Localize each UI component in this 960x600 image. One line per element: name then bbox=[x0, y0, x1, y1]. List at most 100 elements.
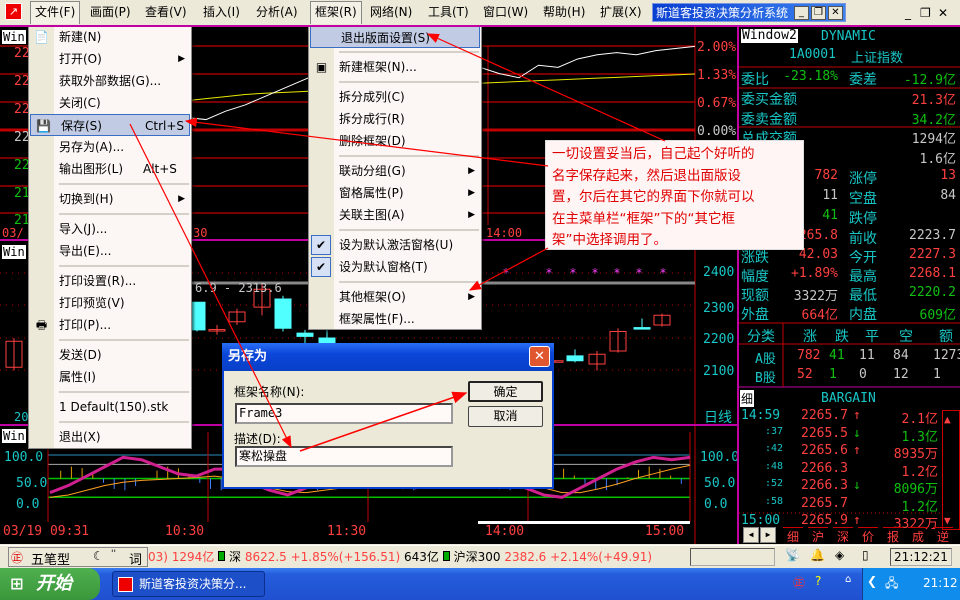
menu-item[interactable]: 发送(D) bbox=[29, 344, 191, 366]
menu-item[interactable]: 打印(P)... 🖶 bbox=[29, 314, 191, 336]
ime-word-mode[interactable]: 词 bbox=[129, 549, 142, 568]
menu-item[interactable]: 退出(X) bbox=[29, 426, 191, 448]
menu-6[interactable]: 网络(N) bbox=[366, 2, 416, 22]
menu-item-label: 1 Default(150).stk bbox=[59, 400, 169, 414]
tick-direction-icon: ↑ bbox=[853, 408, 861, 423]
time-label: 03/ bbox=[2, 226, 24, 240]
menu-3[interactable]: 插入(I) bbox=[199, 2, 244, 22]
app-icon[interactable]: ↗ bbox=[5, 3, 22, 20]
help-tray-icon[interactable]: ? bbox=[815, 574, 821, 588]
close-button[interactable]: ✕ bbox=[828, 6, 843, 20]
quote-tab[interactable]: 成 bbox=[908, 527, 929, 544]
quote-tab[interactable]: 沪 bbox=[808, 527, 829, 544]
menu-item[interactable]: 获取外部数据(G)... bbox=[29, 70, 191, 92]
menu-item[interactable]: 联动分组(G) ▶ bbox=[309, 160, 481, 182]
tag-icon[interactable]: ◈ bbox=[835, 548, 844, 562]
menu-item[interactable]: 属性(I) bbox=[29, 366, 191, 388]
menu-item[interactable]: 导出(E)... bbox=[29, 240, 191, 262]
menu-item[interactable]: 切换到(H) ▶ bbox=[29, 188, 191, 210]
alert-bell-icon[interactable]: 🔔 bbox=[810, 548, 825, 562]
axis-label: 2.00% bbox=[697, 40, 737, 55]
menu-item-label: 设为默认窗格(T) bbox=[339, 260, 428, 274]
quote-label: 现额 bbox=[741, 288, 769, 304]
menu-8[interactable]: 窗口(W) bbox=[479, 2, 532, 22]
menu-item-label: 框架属性(F)... bbox=[339, 312, 415, 326]
quote-tab[interactable]: 报 bbox=[883, 527, 904, 544]
ime-tray-icon[interactable]: ㊣ bbox=[793, 574, 805, 591]
ime-logo-icon[interactable]: ㊣ bbox=[11, 549, 23, 566]
menu-item[interactable]: 打开(O) ▶ bbox=[29, 48, 191, 70]
menu-1[interactable]: 画面(P) bbox=[86, 2, 135, 22]
quote-tab[interactable]: 逆 bbox=[933, 527, 954, 544]
ticks-scrollbar[interactable]: ▲ ▼ bbox=[942, 410, 960, 530]
menu-item[interactable]: 拆分成行(R) bbox=[309, 108, 481, 130]
menu-item-label: 联动分组(G) bbox=[339, 164, 406, 178]
punctuation-icon[interactable]: '' bbox=[111, 549, 116, 559]
window-label[interactable]: Win bbox=[2, 245, 26, 259]
menu-item[interactable]: 新建(N) 📄 bbox=[29, 27, 191, 48]
restore-button[interactable]: ❐ bbox=[811, 6, 826, 20]
menu-item[interactable]: 关联主图(A) ▶ bbox=[309, 204, 481, 226]
menu-7[interactable]: 工具(T) bbox=[424, 2, 473, 22]
mdi-close-button[interactable]: ✕ bbox=[938, 6, 948, 20]
menu-item[interactable]: 框架属性(F)... bbox=[309, 308, 481, 330]
network-icon[interactable]: 📡 bbox=[785, 548, 800, 562]
description-input[interactable]: 寒松操盘 bbox=[235, 446, 453, 467]
ime-mode[interactable]: 五笔型 bbox=[31, 549, 70, 568]
menu-item[interactable]: 关闭(C) bbox=[29, 92, 191, 114]
tab-scroll-right[interactable]: ▶ bbox=[760, 527, 776, 543]
scroll-up-icon[interactable]: ▲ bbox=[944, 413, 951, 426]
menu-item[interactable]: 导入(J)... bbox=[29, 218, 191, 240]
quote-tab[interactable]: 价 bbox=[858, 527, 879, 544]
ok-button[interactable]: 确定 bbox=[468, 381, 543, 402]
disk-icon[interactable]: ▯ bbox=[862, 548, 869, 562]
quote-tab[interactable]: 深 bbox=[833, 527, 854, 544]
moon-icon[interactable]: ☾ bbox=[93, 549, 104, 563]
tray-expand-icon[interactable]: ❮ bbox=[867, 574, 877, 588]
dialog-close-button[interactable]: ✕ bbox=[529, 346, 550, 367]
menu-item[interactable]: 其他框架(O) ▶ bbox=[309, 286, 481, 308]
ticks-tab-label[interactable]: 细 bbox=[740, 390, 755, 407]
menu-item[interactable]: 设为默认窗格(T) ✔ bbox=[309, 256, 481, 278]
cancel-button[interactable]: 取消 bbox=[468, 406, 543, 427]
taskbar-app-button[interactable]: 斯道客投资决策分... bbox=[112, 571, 265, 597]
menu-5[interactable]: 框架(R) bbox=[310, 1, 362, 24]
menu-item[interactable]: 保存(S) Ctrl+S 💾 bbox=[30, 114, 190, 136]
menu-item[interactable]: 1 Default(150).stk bbox=[29, 396, 191, 418]
menu-item[interactable]: 窗格属性(P) ▶ bbox=[309, 182, 481, 204]
menu-item[interactable]: 拆分成列(C) bbox=[309, 86, 481, 108]
minimize-button[interactable]: _ bbox=[794, 6, 809, 20]
menu-2[interactable]: 查看(V) bbox=[141, 2, 191, 22]
menu-item[interactable]: 退出版面设置(S) bbox=[310, 27, 480, 48]
menu-item[interactable]: 打印设置(R)... bbox=[29, 270, 191, 292]
menu-item[interactable]: 设为默认激活窗格(U) ✔ bbox=[309, 234, 481, 256]
menu-item[interactable]: 打印预览(V) bbox=[29, 292, 191, 314]
window-label[interactable]: Win bbox=[2, 429, 26, 443]
menu-item[interactable]: 另存为(A)... bbox=[29, 136, 191, 158]
window-label[interactable]: Window2 bbox=[741, 29, 798, 43]
frame-name-input[interactable]: Frame3 bbox=[235, 403, 453, 424]
window-label[interactable]: Win bbox=[2, 30, 26, 44]
status-empty-field bbox=[690, 548, 775, 566]
dialog-title-bar[interactable]: 另存为 ✕ bbox=[222, 343, 554, 371]
menu-9[interactable]: 帮助(H) bbox=[539, 2, 589, 22]
quote-value: 1.6亿 bbox=[919, 152, 956, 167]
menu-item[interactable]: 新建框架(N)... ▣ bbox=[309, 56, 481, 78]
mdi-minimize-button[interactable]: _ bbox=[905, 6, 911, 20]
quote-tab[interactable]: 细 bbox=[783, 527, 804, 544]
scroll-down-icon[interactable]: ▼ bbox=[944, 514, 951, 527]
axis-label: 2400 bbox=[703, 265, 735, 280]
menu-item[interactable]: 删除框架(D) bbox=[309, 130, 481, 152]
menu-4[interactable]: 分析(A) bbox=[252, 2, 302, 22]
mdi-restore-button[interactable]: ❐ bbox=[920, 6, 931, 20]
period-label[interactable]: 日线 bbox=[704, 407, 732, 427]
menu-10[interactable]: 扩展(X) bbox=[596, 2, 646, 22]
menu-item[interactable]: 输出图形(L) Alt+S bbox=[29, 158, 191, 180]
language-tray-icon[interactable]: ⌂ bbox=[845, 574, 851, 585]
network-tray-icon[interactable]: 🖧 bbox=[885, 574, 898, 595]
axis-label: 2200 bbox=[703, 332, 735, 347]
start-button[interactable]: ⊞ 开始 bbox=[0, 568, 100, 600]
menu-0[interactable]: 文件(F) bbox=[30, 1, 81, 24]
tab-scroll-left[interactable]: ◀ bbox=[743, 527, 759, 543]
menu-item-label: 拆分成行(R) bbox=[339, 112, 405, 126]
